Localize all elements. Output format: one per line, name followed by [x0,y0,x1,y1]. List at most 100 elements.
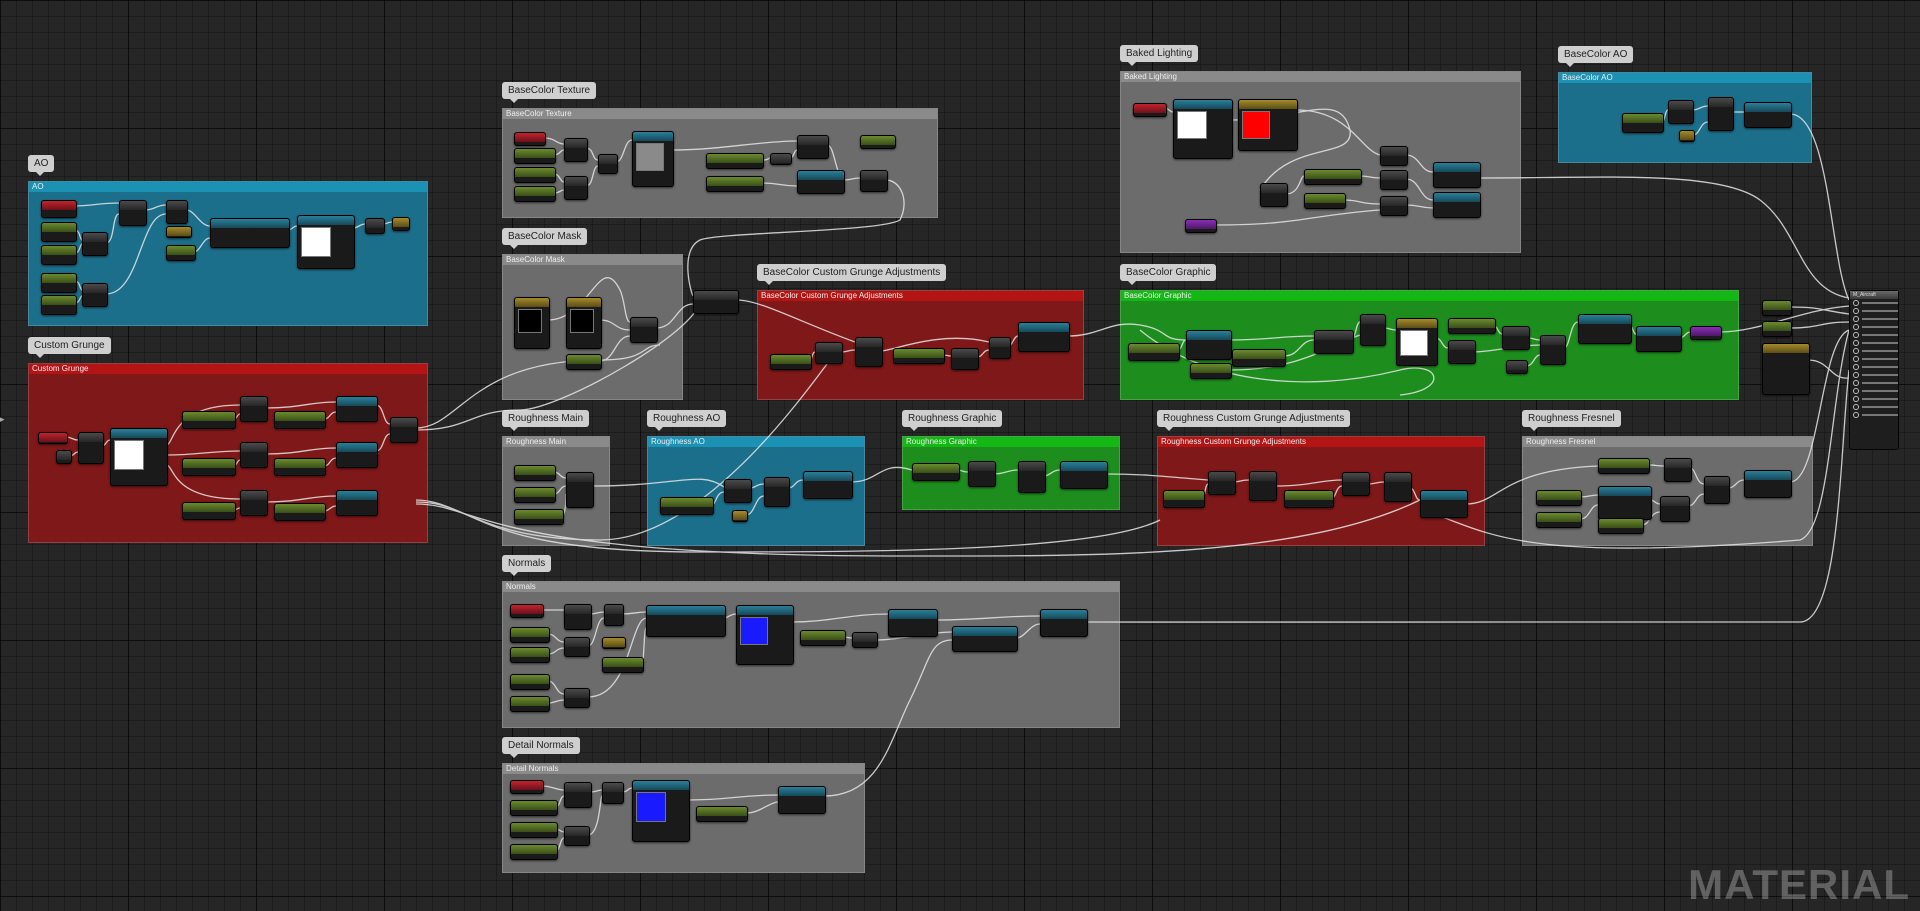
comment-bubble-detail-normals[interactable]: Detail Normals [502,737,580,758]
scalar-parameter-node[interactable] [510,696,550,712]
lerp-node[interactable] [1384,472,1412,502]
scalar-parameter-node[interactable] [274,411,326,429]
texture-coordinate-node[interactable] [510,780,544,794]
vector-parameter-node[interactable] [566,297,602,349]
multiply-node[interactable] [1260,183,1288,207]
multiply-node[interactable] [390,417,418,443]
rotator-node[interactable] [646,605,726,637]
desaturation-node[interactable] [1314,330,1354,354]
scalar-parameter-node[interactable] [1128,343,1180,361]
comment-bubble-ao[interactable]: AO [28,155,55,176]
lerp-node[interactable] [1380,170,1408,190]
output-pin-ambient-occlusion[interactable] [1850,395,1898,403]
append-node[interactable] [82,232,108,256]
static-switch-node[interactable] [1060,461,1108,489]
scalar-parameter-node[interactable] [770,354,812,370]
scalar-parameter-node[interactable] [912,463,960,481]
flatten-normal-node[interactable] [778,786,826,814]
power-node[interactable] [336,396,378,422]
output-pin-pixel-depth-offset[interactable] [1850,411,1898,419]
static-switch-node[interactable] [1636,326,1682,352]
texture-coordinate-node[interactable] [1133,103,1167,117]
multiply-node[interactable] [240,490,268,516]
vector-parameter-node[interactable] [1238,99,1298,151]
comment-frame-normals[interactable]: Normals [502,581,1120,728]
multiply-node[interactable] [1208,471,1236,495]
scalar-parameter-node[interactable] [696,806,748,822]
scalar-parameter-node[interactable] [860,135,896,149]
append-node[interactable] [564,637,590,657]
multiply-node[interactable] [1660,496,1690,522]
scalar-parameter-node[interactable] [1163,490,1205,508]
scalar-parameter-node[interactable] [1536,490,1582,506]
comment-bubble-baked-lighting[interactable]: Baked Lighting [1120,45,1199,66]
scalar-parameter-node[interactable] [510,844,558,860]
texture-sample-node[interactable] [632,780,690,842]
comment-bubble-normals[interactable]: Normals [502,555,552,576]
scalar-parameter-node[interactable] [893,348,945,364]
texture-coordinate-node[interactable] [514,132,546,146]
scalar-parameter-node[interactable] [510,647,550,663]
scalar-parameter-node[interactable] [1448,318,1496,334]
comment-bubble-basecolor-custom-grunge[interactable]: BaseColor Custom Grunge Adjustments [757,264,947,285]
metallic-parameter-node[interactable] [1762,300,1792,316]
output-pin-base-color[interactable] [1850,299,1898,307]
constant-node[interactable] [770,153,792,165]
scalar-parameter-node[interactable] [1190,363,1232,379]
append-node[interactable] [564,826,590,846]
static-switch-node[interactable] [1420,490,1468,518]
comment-bubble-custom-grunge[interactable]: Custom Grunge [28,337,111,358]
constant-node[interactable] [56,450,72,464]
scalar-parameter-node[interactable] [1598,518,1644,534]
scalar-parameter-node[interactable] [1304,169,1362,185]
texture-sample-node[interactable] [1396,318,1438,366]
multiply-node[interactable] [1342,472,1370,496]
flatten-normal-node[interactable] [888,609,938,637]
lerp-node[interactable] [566,472,594,508]
scalar-parameter-node[interactable] [166,245,196,261]
add-node[interactable] [598,154,618,174]
scalar-parameter-node[interactable] [274,503,326,521]
append-node[interactable] [564,176,588,200]
texture-sample-node[interactable] [632,131,674,187]
multiply-node[interactable] [1502,326,1530,350]
multiply-node[interactable] [951,348,979,370]
lerp-node[interactable] [1540,335,1566,365]
output-pin-normal[interactable] [1850,363,1898,371]
lerp-node[interactable] [1360,314,1386,346]
output-pin-metallic[interactable] [1850,307,1898,315]
scalar-parameter-node[interactable] [566,354,602,370]
output-pin-refraction[interactable] [1850,403,1898,411]
static-bool-parameter-node[interactable] [1690,326,1722,340]
comment-bubble-roughness-ao[interactable]: Roughness AO [647,410,727,431]
world-position-offset-node[interactable] [1762,343,1810,395]
scalar-parameter-node[interactable] [41,245,77,265]
power-node[interactable] [336,490,378,516]
vector-parameter-node[interactable] [514,297,550,349]
scalar-parameter-node[interactable] [41,222,77,242]
texture-sample-node[interactable] [110,428,168,486]
lerp-node[interactable] [855,337,883,367]
scalar-parameter-node[interactable] [514,487,556,503]
multiply-node[interactable] [240,442,268,468]
rotator-node[interactable] [210,218,290,248]
static-switch-node[interactable] [1433,162,1481,188]
scalar-parameter-node[interactable] [510,822,558,838]
append-node[interactable] [82,283,108,307]
static-switch-node[interactable] [1578,314,1632,344]
add-node[interactable] [166,200,188,224]
scalar-parameter-node[interactable] [510,674,550,690]
multiply-node[interactable] [852,632,878,648]
lerp-node[interactable] [989,337,1011,359]
comment-bubble-roughness-fresnel[interactable]: Roughness Fresnel [1522,410,1621,431]
comment-bubble-roughness-main[interactable]: Roughness Main [502,410,590,431]
multiply-node[interactable] [1668,100,1694,124]
comment-bubble-basecolor-texture[interactable]: BaseColor Texture [502,82,597,103]
scalar-parameter-node[interactable] [1304,193,1346,209]
add-node[interactable] [602,782,624,804]
texture-coordinate-node[interactable] [510,604,544,618]
static-switch-node[interactable] [1744,470,1792,498]
texture-sample-node[interactable] [1173,99,1233,159]
specular-parameter-node[interactable] [1762,321,1792,337]
texture-coordinate-node[interactable] [41,200,77,218]
